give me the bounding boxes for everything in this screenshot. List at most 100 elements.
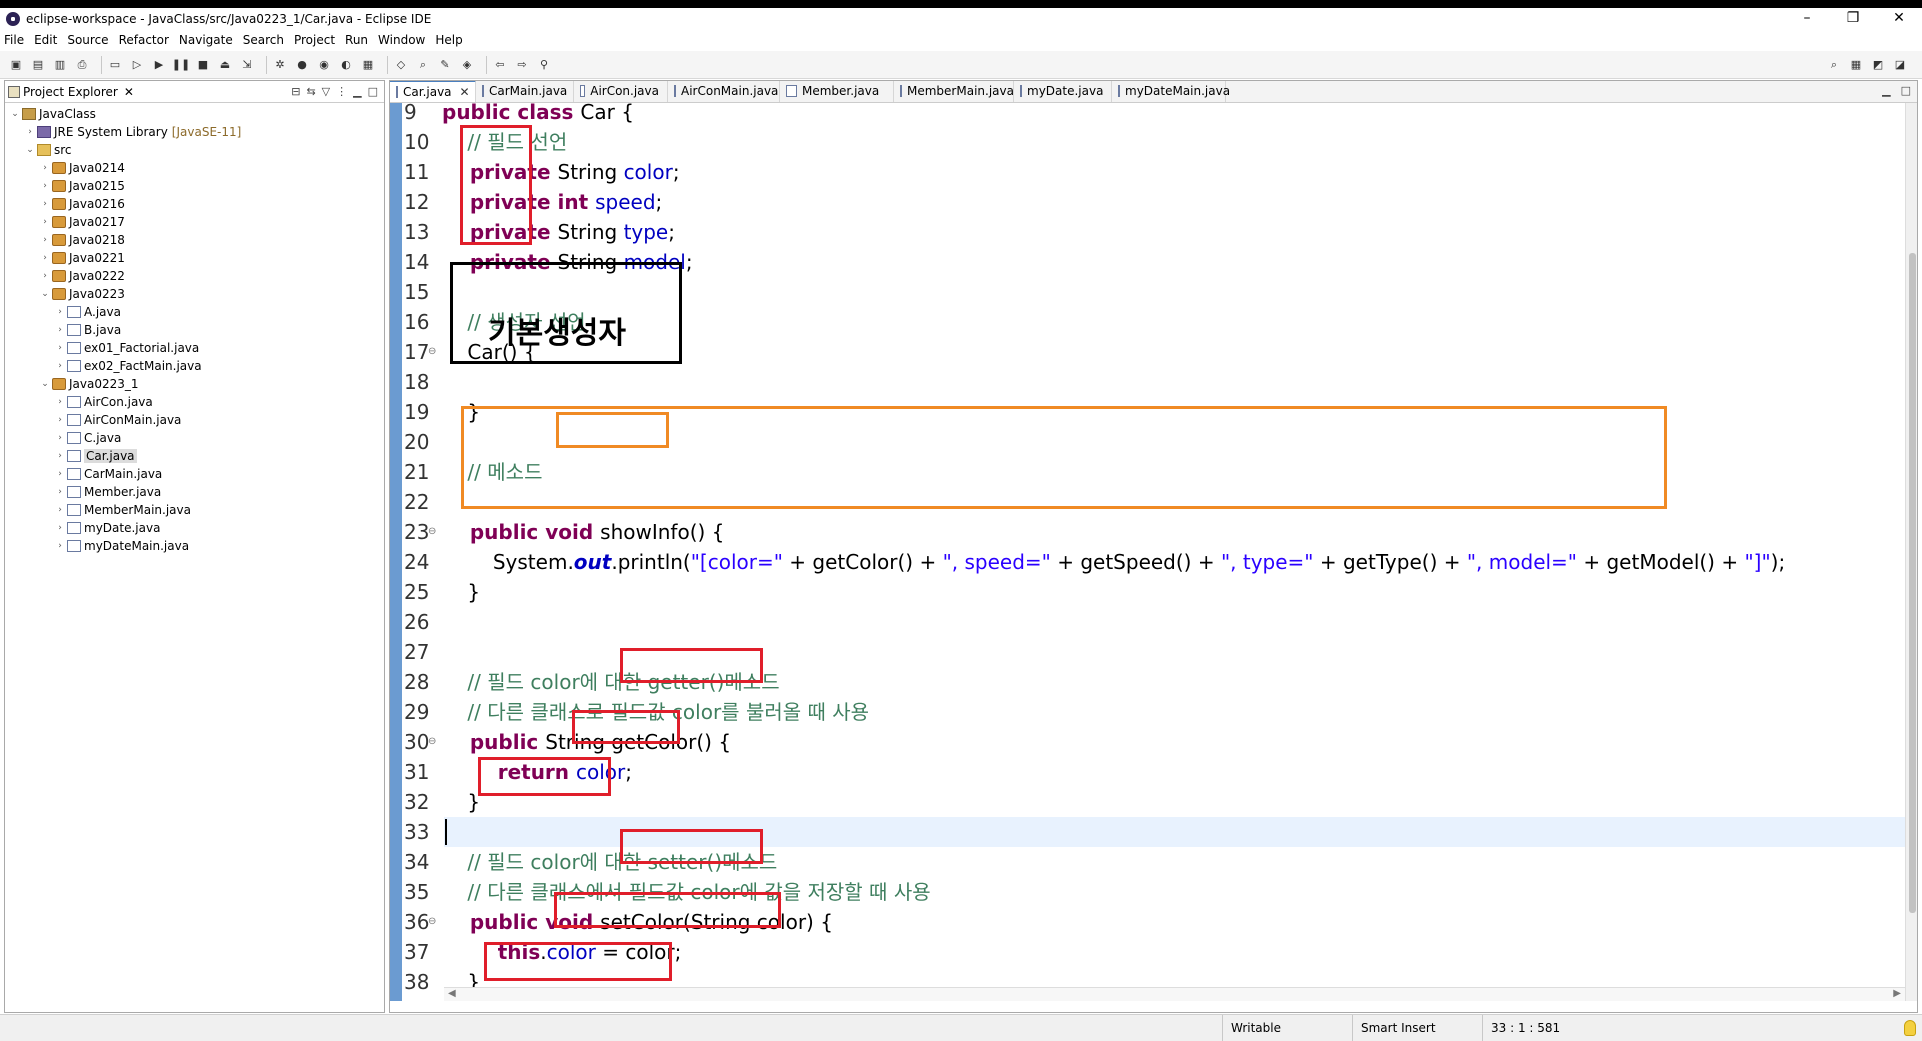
minimize-view-icon[interactable]: ▁ [353,85,361,98]
chevron-right-icon[interactable]: › [54,469,66,479]
tree-node[interactable]: ⌄ src [5,141,384,159]
search-icon[interactable]: ⌕ [415,57,431,73]
java-ee-perspective-icon[interactable]: ◩ [1870,57,1886,73]
filter-icon[interactable]: ▽ [322,85,330,98]
link-editor-icon[interactable]: ⇆ [306,85,315,98]
close-button[interactable]: ✕ [1876,8,1922,30]
menu-edit[interactable]: Edit [34,33,57,47]
java-file-node[interactable]: › myDateMain.java [5,537,384,555]
package-node[interactable]: › Java0215 [5,177,384,195]
chevron-right-icon[interactable]: › [39,163,51,173]
chevron-down-icon[interactable]: ⌄ [9,109,21,119]
chevron-right-icon[interactable]: › [39,271,51,281]
resume-icon[interactable]: ▶ [151,57,167,73]
external-tools-icon[interactable]: ◐ [338,57,354,73]
package-node[interactable]: ⌄ Java0223 [5,285,384,303]
java-file-node[interactable]: › MemberMain.java [5,501,384,519]
chevron-right-icon[interactable]: › [24,127,36,137]
chevron-right-icon[interactable]: › [54,415,66,425]
menu-file[interactable]: File [4,33,24,47]
editor-tab[interactable]: AirCon.java [574,81,668,102]
maximize-button[interactable]: ❐ [1830,8,1876,30]
editor-tab[interactable]: myDateMain.java [1112,81,1230,102]
chevron-right-icon[interactable]: › [54,397,66,407]
minimize-button[interactable]: – [1784,8,1830,30]
disconnect-icon[interactable]: ⏏ [217,57,233,73]
horizontal-scrollbar[interactable]: ◀ ▶ [444,987,1905,1001]
editor-tab[interactable]: Member.java [780,81,894,102]
chevron-right-icon[interactable]: › [39,199,51,209]
coverage-icon[interactable]: ◉ [316,57,332,73]
fold-collapse-icon[interactable]: ⊖ [428,916,436,927]
vertical-scrollbar[interactable] [1905,103,1917,1001]
minimize-editor-icon[interactable]: ▁ [1882,84,1890,97]
pin-icon[interactable]: ⚲ [536,57,552,73]
chevron-right-icon[interactable]: › [54,505,66,515]
chevron-right-icon[interactable]: › [39,253,51,263]
fold-collapse-icon[interactable]: ⊖ [428,346,436,357]
package-node[interactable]: › Java0216 [5,195,384,213]
maximize-view-icon[interactable]: □ [368,85,378,98]
save-all-icon[interactable]: ▥ [52,57,68,73]
fold-collapse-icon[interactable]: ⊖ [428,736,436,747]
java-file-node[interactable]: › CarMain.java [5,465,384,483]
collapse-all-icon[interactable]: ⊟ [291,85,300,98]
package-node[interactable]: › Java0214 [5,159,384,177]
forward-icon[interactable]: ⇨ [514,57,530,73]
chevron-right-icon[interactable]: › [39,181,51,191]
editor-tab[interactable]: AirConMain.java [668,81,780,102]
chevron-down-icon[interactable]: ⌄ [39,289,51,299]
java-file-node[interactable]: › B.java [5,321,384,339]
close-view-icon[interactable]: ✕ [124,85,134,99]
editor-tab[interactable]: Car.java ✕ [390,81,476,102]
java-file-node[interactable]: › A.java [5,303,384,321]
chevron-right-icon[interactable]: › [54,433,66,443]
open-type-icon[interactable]: ◇ [393,57,409,73]
new-icon[interactable]: ▣ [8,57,24,73]
chevron-down-icon[interactable]: ⌄ [24,145,36,155]
search-icon[interactable]: ⌕ [1826,57,1842,73]
save-icon[interactable]: ▤ [30,57,46,73]
chevron-right-icon[interactable]: › [54,541,66,551]
step-icon[interactable]: ⇲ [239,57,255,73]
package-node[interactable]: › Java0217 [5,213,384,231]
chevron-right-icon[interactable]: › [54,523,66,533]
menu-source[interactable]: Source [67,33,108,47]
java-file-node[interactable]: › C.java [5,429,384,447]
back-icon[interactable]: ⇦ [492,57,508,73]
terminal-icon[interactable]: ▭ [107,57,123,73]
java-file-node[interactable]: › ex01_Factorial.java [5,339,384,357]
scroll-thumb[interactable] [1909,253,1916,913]
debug-icon[interactable]: ✲ [272,57,288,73]
editor-tab[interactable]: myDate.java [1014,81,1112,102]
chevron-right-icon[interactable]: › [54,325,66,335]
editor-tab[interactable]: MemberMain.java [894,81,1014,102]
java-perspective-icon[interactable]: ◪ [1892,57,1908,73]
chevron-right-icon[interactable]: › [54,343,66,353]
tree-node[interactable]: ⌄ JavaClass [5,105,384,123]
package-node[interactable]: › Java0218 [5,231,384,249]
java-file-node[interactable]: › Car.java [5,447,384,465]
maximize-editor-icon[interactable]: □ [1901,84,1911,97]
terminate-icon[interactable]: ■ [195,57,211,73]
chevron-right-icon[interactable]: › [39,217,51,227]
menu-window[interactable]: Window [378,33,425,47]
java-file-node[interactable]: › ex02_FactMain.java [5,357,384,375]
new-java-project-icon[interactable]: ▦ [360,57,376,73]
fold-collapse-icon[interactable]: ⊖ [428,526,436,537]
menu-search[interactable]: Search [243,33,284,47]
view-menu-icon[interactable]: ⋮ [336,85,347,98]
menu-refactor[interactable]: Refactor [119,33,169,47]
print-icon[interactable]: ⎙ [74,57,90,73]
chevron-right-icon[interactable]: › [54,451,66,461]
suspend-icon[interactable]: ❚❚ [172,57,190,73]
tips-icon[interactable] [1904,1020,1916,1036]
skip-icon[interactable]: ▷ [129,57,145,73]
tree-node[interactable]: › JRE System Library [JavaSE-11] [5,123,384,141]
menu-run[interactable]: Run [345,33,368,47]
scroll-right-icon[interactable]: ▶ [1893,988,1901,999]
java-file-node[interactable]: › Member.java [5,483,384,501]
java-file-node[interactable]: › AirConMain.java [5,411,384,429]
java-file-node[interactable]: › myDate.java [5,519,384,537]
toggle-mark-icon[interactable]: ✎ [437,57,453,73]
